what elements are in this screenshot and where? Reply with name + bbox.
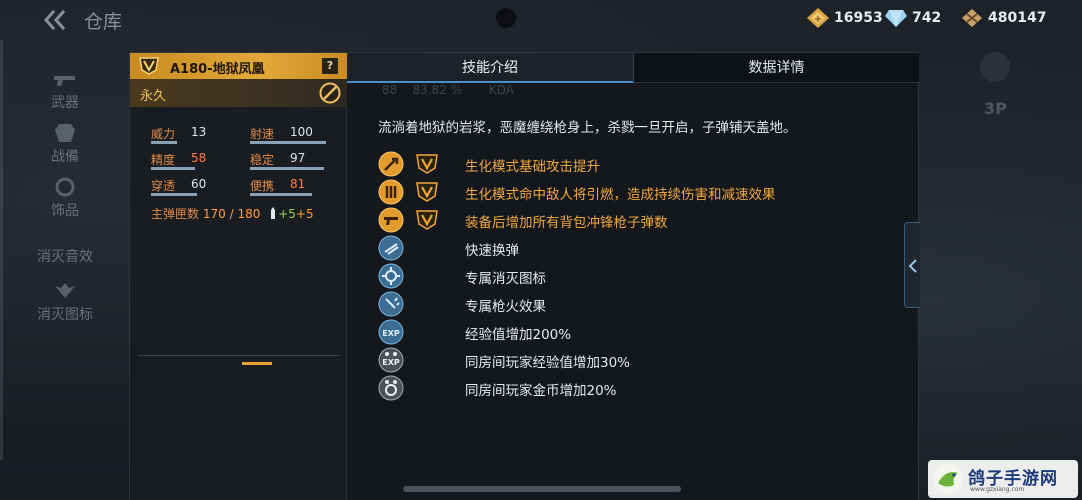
collapse-panel-button[interactable] [904, 222, 920, 308]
weapon-description: 流淌着地狱的岩浆，恶魔缠绕枪身上，杀戮一旦开启，子弹铺天盖地。 [378, 120, 797, 136]
weapon-header: A180-地狱凤凰 ? [130, 53, 347, 79]
accessory-icon [55, 177, 75, 197]
skill-text: 装备后增加所有背包冲锋枪子弹数 [465, 215, 668, 231]
fast-reload-icon [378, 235, 404, 261]
armor-icon [55, 124, 75, 142]
duration-label: 永久 [140, 89, 167, 104]
tab-data-details[interactable]: 数据详情 [633, 53, 919, 83]
camera-notch [496, 8, 516, 28]
stat-accuracy: 精度 58 [151, 151, 206, 170]
weapon-detail-panel: A180-地狱凤凰 ? 永久 威力 13 射速 100 精度 58 稳定 97 穿 [129, 52, 919, 500]
bio-attack-icon [378, 151, 404, 177]
skill-text: 快速换弹 [465, 243, 519, 259]
stat-stability: 稳定 97 [250, 151, 324, 170]
stat-bar [250, 141, 326, 144]
ignite-icon [378, 179, 404, 205]
scroll-handle[interactable] [403, 486, 681, 492]
v-badge-icon [416, 154, 438, 174]
weapon-name: A180-地狱凤凰 [170, 62, 265, 77]
pigeon-logo-icon [933, 464, 963, 494]
stat-bar [151, 167, 195, 170]
smg-ammo-icon [378, 207, 404, 233]
page-title: 仓库 [84, 11, 123, 33]
svg-text:EXP: EXP [382, 358, 400, 367]
skill-text: 同房间玩家经验值增加30% [465, 355, 631, 371]
stat-bar [151, 141, 177, 144]
gun-icon [54, 76, 75, 86]
currency-diamond[interactable]: 742 [884, 7, 941, 29]
watermark-url: www.gzxiang.com [970, 486, 1025, 493]
view-mode-label[interactable]: 3P [984, 99, 1007, 118]
gold-coin-icon: + [807, 8, 829, 28]
tab-skills[interactable]: 技能介绍 [347, 53, 633, 83]
svg-text:EXP: EXP [382, 329, 400, 338]
skill-text: 专属消灭图标 [465, 271, 546, 287]
weapon-card: A180-地狱凤凰 ? 永久 威力 13 射速 100 精度 58 稳定 97 穿 [130, 53, 347, 500]
back-chevron-icon[interactable] [42, 8, 68, 32]
watermark: 鸽子手游网 www.gzxiang.com [928, 460, 1078, 498]
stat-bar [151, 193, 197, 196]
sidemenu-item-accessories[interactable]: 饰品 [20, 176, 110, 220]
stat-portability: 便携 81 [250, 177, 312, 196]
skill-text: 生化模式命中敌人将引燃，造成持续伤害和减速效果 [465, 187, 776, 203]
stat-penetration: 穿透 60 [151, 177, 206, 196]
currency-points[interactable]: 480147 [960, 7, 1046, 29]
currency-gold[interactable]: + 16953 [806, 7, 883, 29]
muzzle-fire-icon [378, 291, 404, 317]
sidemenu-item-kill-icon[interactable]: 消灭图标 [20, 280, 110, 324]
exp-icon: EXP [378, 319, 404, 345]
points-value: 480147 [988, 10, 1047, 26]
top-bar: 仓库 + 16953 742 480147 [0, 0, 1082, 40]
points-icon [962, 9, 982, 27]
divider [138, 355, 340, 356]
no-discard-icon[interactable] [319, 82, 341, 104]
detail-tabs: 技能介绍 数据详情 [347, 53, 919, 83]
bullet-icon [271, 207, 276, 219]
side-menu: 武器 战備 饰品 消灭音效 消灭图标 [0, 40, 128, 460]
chevron-left-icon [908, 259, 917, 273]
svg-text:+: + [814, 14, 822, 25]
page-indicator [242, 362, 272, 365]
sidemenu-item-kill-sound[interactable]: 消灭音效 [20, 246, 110, 266]
view-toggle-icon[interactable] [980, 52, 1010, 82]
weapon-subheader: 永久 [130, 79, 347, 107]
skill-text: 生化模式基础攻击提升 [465, 159, 600, 175]
skill-text: 经验值增加200% [465, 327, 572, 343]
v-badge-icon [416, 182, 438, 202]
sidemenu-item-gear[interactable]: 战備 [20, 122, 110, 166]
hidden-stats-row: 88 83.82 % KDA [382, 83, 514, 97]
wings-icon [55, 283, 75, 298]
gold-value: 16953 [834, 10, 883, 26]
ammo-info: 主弹匣数 170 / 180 +5+5 [151, 207, 314, 221]
skill-text: 专属枪火效果 [465, 299, 546, 315]
stat-bar [250, 193, 312, 196]
skill-text: 同房间玩家金币增加20% [465, 383, 617, 399]
v-badge-icon [416, 210, 438, 230]
diamond-icon [885, 10, 907, 27]
stat-firerate: 射速 100 [250, 125, 326, 144]
help-button[interactable]: ? [322, 58, 338, 74]
stat-bar [250, 167, 324, 170]
diamond-value: 742 [912, 10, 942, 26]
room-gold-icon [378, 375, 404, 401]
sidemenu-item-weapons[interactable]: 武器 [20, 68, 110, 112]
v-badge-icon [139, 57, 159, 75]
kill-icon [378, 263, 404, 289]
room-exp-icon: EXP [378, 347, 404, 373]
stat-power: 威力 13 [151, 125, 206, 144]
